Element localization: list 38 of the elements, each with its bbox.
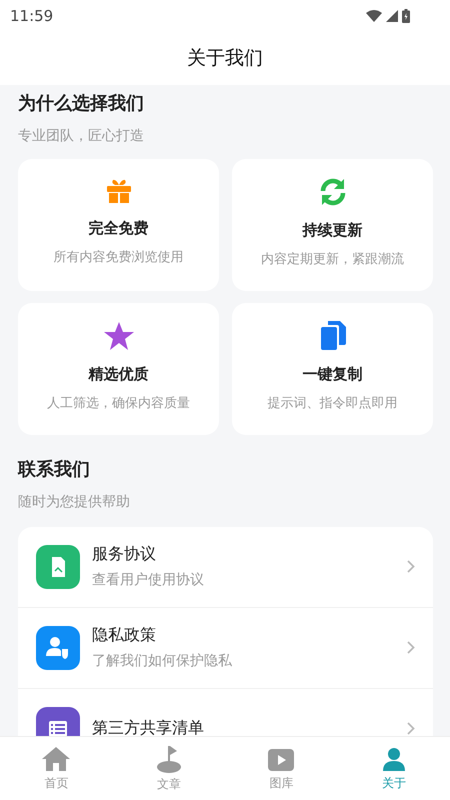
list-item[interactable]: 服务协议 查看用户使用协议 <box>18 526 433 608</box>
section-subtitle: 专业团队，匠心打造 <box>18 126 145 145</box>
tab[interactable]: 首页 <box>0 737 112 800</box>
flag-icon <box>156 744 182 773</box>
person-icon <box>380 746 407 772</box>
tab[interactable]: 文章 <box>112 737 225 800</box>
home-icon <box>41 746 72 772</box>
card-text: 提示词、指令即点即用 <box>268 394 398 412</box>
item-title: 服务协议 <box>92 544 157 566</box>
wifi-icon <box>366 10 382 22</box>
document-icon <box>36 544 80 589</box>
chevron-icon <box>407 560 415 574</box>
chevron-icon <box>407 722 415 736</box>
chevron-icon <box>407 641 415 654</box>
signal-icon <box>386 10 398 22</box>
status-time: 11:59 <box>10 6 54 25</box>
item-description: 了解我们如何保护隐私 <box>92 652 233 670</box>
page-title: 关于我们 <box>187 46 263 72</box>
battery-icon <box>402 8 410 23</box>
card-title: 持续更新 <box>302 220 362 240</box>
card-title: 精选优质 <box>88 364 148 384</box>
card-title: 完全免费 <box>88 218 148 238</box>
copy-icon <box>320 320 346 351</box>
section-subtitle: 随时为您提供帮助 <box>18 492 131 511</box>
section-title: 联系我们 <box>18 458 91 481</box>
user-shield-icon <box>36 626 80 670</box>
tab[interactable]: 图库 <box>225 737 338 800</box>
card-text: 所有内容免费浏览使用 <box>54 248 184 266</box>
card-text: 人工筛选，确保内容质量 <box>47 394 190 412</box>
card-text: 内容定期更新，紧跟潮流 <box>261 250 404 268</box>
tab[interactable]: 关于 <box>338 737 450 800</box>
item-title: 第三方共享清单 <box>92 718 205 736</box>
star-icon <box>104 320 134 351</box>
section-title: 为什么选择我们 <box>18 92 145 115</box>
item-title: 隐私政策 <box>92 625 157 646</box>
item-description: 查看用户使用协议 <box>92 571 205 590</box>
list-item[interactable]: 隐私政策 了解我们如何保护隐私 <box>18 608 433 689</box>
card-title: 一键复制 <box>302 364 362 384</box>
